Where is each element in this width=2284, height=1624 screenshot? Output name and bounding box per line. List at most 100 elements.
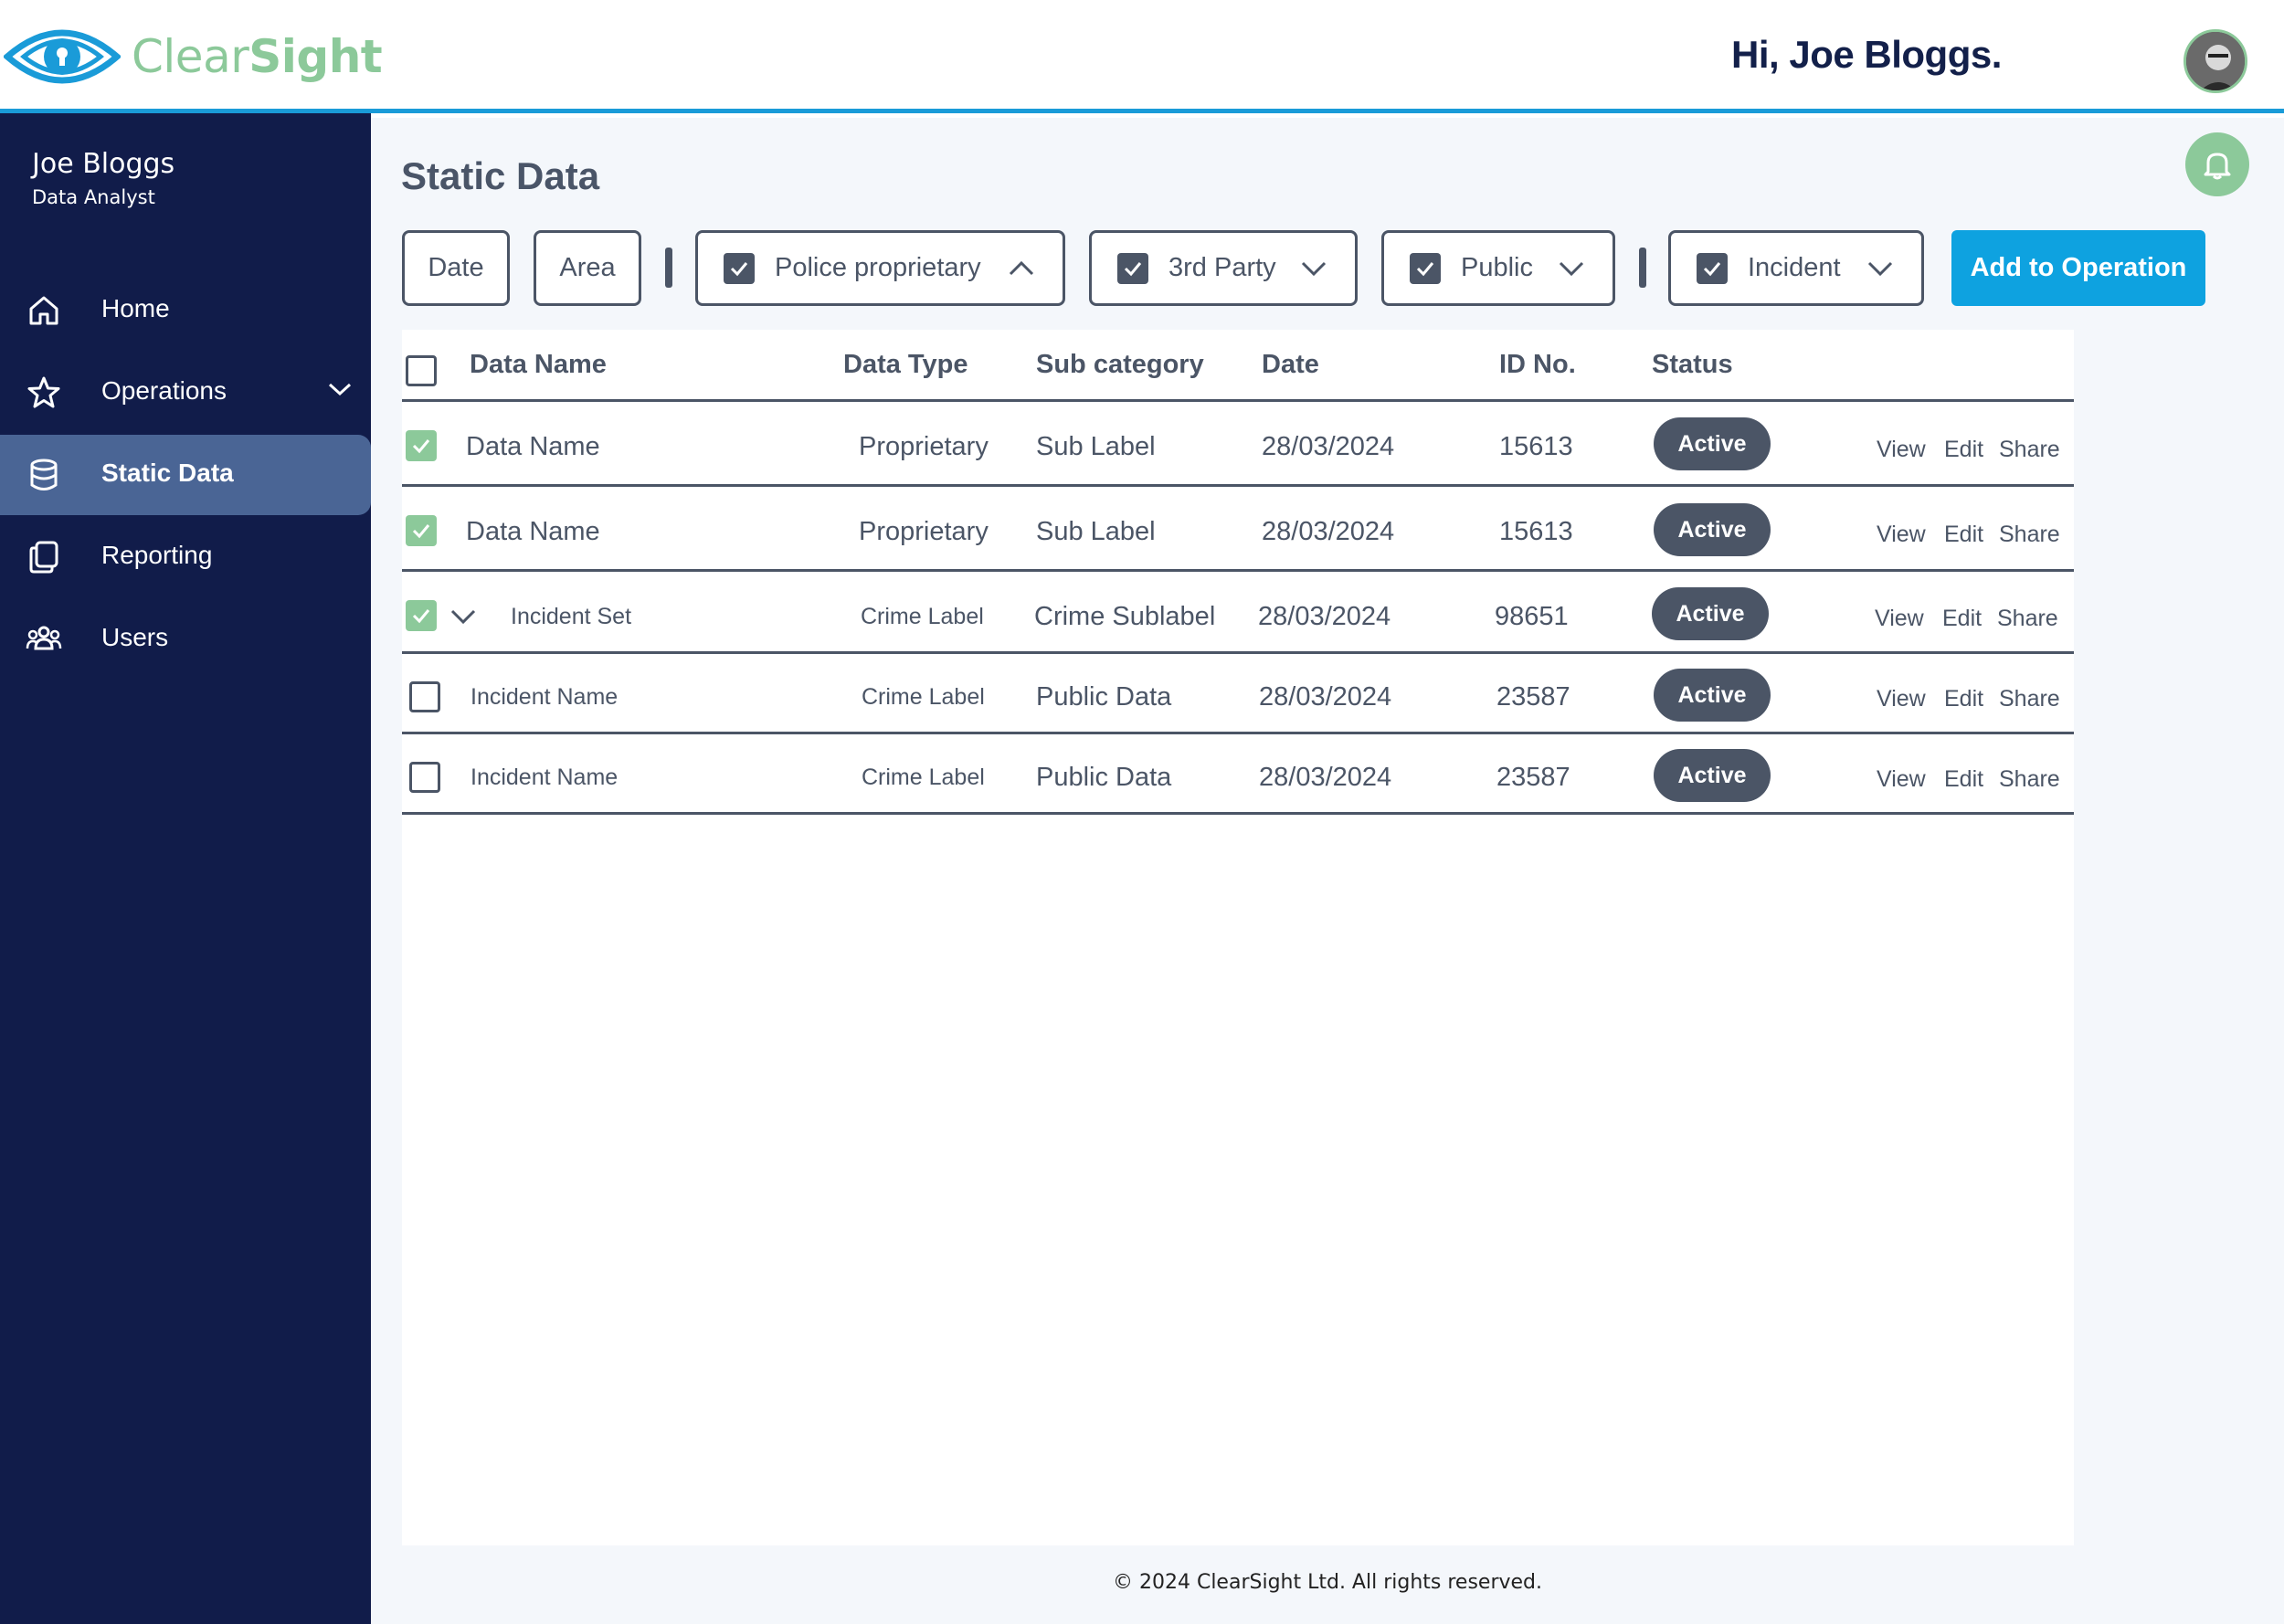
brand-name-part1: Clear	[132, 30, 249, 83]
chevron-down-icon[interactable]	[327, 380, 353, 398]
brand-name-part2: Sight	[248, 30, 383, 83]
row-checkbox[interactable]	[406, 600, 437, 631]
cell-id: 15613	[1499, 432, 1573, 461]
share-link[interactable]: Share	[1999, 522, 2060, 548]
filter-incident-dropdown[interactable]: Incident	[1668, 230, 1924, 306]
documents-icon	[29, 541, 58, 574]
view-link[interactable]: View	[1877, 437, 1926, 463]
column-header[interactable]: Date	[1262, 350, 1319, 380]
edit-link[interactable]: Edit	[1942, 606, 1982, 632]
column-header[interactable]: Status	[1652, 350, 1733, 380]
share-link[interactable]: Share	[1999, 766, 2060, 793]
view-link[interactable]: View	[1877, 522, 1926, 548]
cell-data-type: Crime Label	[862, 684, 985, 710]
chevron-up-icon	[1009, 260, 1034, 275]
greeting-text: Hi, Joe Bloggs.	[1731, 33, 2002, 76]
filter-label: Police proprietary	[775, 253, 981, 282]
cell-id: 23587	[1496, 682, 1570, 712]
cell-data-name: Incident Name	[471, 765, 619, 790]
footer-copyright: © 2024 ClearSight Ltd. All rights reserv…	[1112, 1571, 1542, 1594]
column-header[interactable]: Data Name	[470, 350, 607, 380]
eye-logo-icon	[4, 29, 121, 84]
row-checkbox[interactable]	[409, 762, 440, 793]
row-checkbox[interactable]	[406, 430, 437, 461]
cell-data-name: Data Name	[466, 432, 600, 461]
cell-date: 28/03/2024	[1262, 432, 1395, 461]
checkbox-checked-icon[interactable]	[1117, 252, 1148, 284]
filter-police-proprietary-dropdown[interactable]: Police proprietary	[695, 230, 1065, 306]
cell-date: 28/03/2024	[1259, 763, 1392, 792]
checkbox-checked-icon[interactable]	[1410, 252, 1441, 284]
filter-label: Public	[1461, 253, 1533, 282]
status-badge: Active	[1654, 417, 1771, 470]
clearsight-logo[interactable]: ClearSight	[4, 20, 383, 93]
checkbox-checked-icon[interactable]	[1697, 252, 1728, 284]
sidebar-user-role: Data Analyst	[32, 186, 155, 208]
sidebar-item-label: Reporting	[101, 541, 213, 569]
column-header[interactable]: Data Type	[843, 350, 968, 380]
row-divider	[402, 812, 2074, 815]
filter-3rd-party-dropdown[interactable]: 3rd Party	[1089, 230, 1358, 306]
share-link[interactable]: Share	[1997, 606, 2058, 632]
header-divider	[402, 399, 2074, 402]
chevron-down-icon[interactable]	[449, 607, 477, 626]
column-header[interactable]: ID No.	[1499, 350, 1576, 380]
sidebar-item-users[interactable]: Users	[0, 599, 371, 680]
filter-date-button[interactable]: Date	[402, 230, 510, 306]
brand-name: ClearSight	[132, 34, 383, 79]
sidebar-item-home[interactable]: Home	[0, 270, 371, 351]
edit-link[interactable]: Edit	[1944, 522, 1983, 548]
edit-link[interactable]: Edit	[1944, 766, 1983, 793]
cell-data-type: Crime Label	[862, 765, 985, 790]
chevron-down-icon	[1301, 261, 1327, 276]
cell-date: 28/03/2024	[1258, 602, 1391, 631]
sidebar-item-operations[interactable]: Operations	[0, 353, 371, 433]
view-link[interactable]: View	[1877, 686, 1926, 712]
sidebar-item-label: Users	[101, 623, 169, 651]
notifications-button[interactable]	[2185, 132, 2249, 196]
share-link[interactable]: Share	[1999, 686, 2060, 712]
edit-link[interactable]: Edit	[1944, 686, 1983, 712]
view-link[interactable]: View	[1875, 606, 1924, 632]
edit-link[interactable]: Edit	[1944, 437, 1983, 463]
page-title: Static Data	[401, 154, 600, 197]
cell-data-name: Incident Set	[511, 604, 632, 629]
avatar[interactable]	[2184, 29, 2247, 93]
row-divider	[402, 732, 2074, 734]
sidebar-user-name: Joe Bloggs	[32, 148, 175, 180]
row-checkbox[interactable]	[409, 681, 440, 712]
filter-divider	[1639, 248, 1646, 288]
row-checkbox[interactable]	[406, 515, 437, 546]
cell-id: 15613	[1499, 517, 1573, 546]
chevron-down-icon	[1867, 261, 1893, 276]
column-header[interactable]: Sub category	[1036, 350, 1204, 380]
sidebar-item-reporting[interactable]: Reporting	[0, 517, 371, 597]
add-to-operation-button[interactable]: Add to Operation	[1951, 230, 2205, 306]
star-icon	[27, 376, 60, 408]
row-divider	[402, 651, 2074, 654]
cell-sub-category: Sub Label	[1036, 517, 1156, 546]
app-header: ClearSight Hi, Joe Bloggs.	[0, 0, 2284, 113]
cell-id: 98651	[1495, 602, 1569, 631]
sidebar-item-label: Static Data	[101, 459, 234, 487]
cell-data-type: Proprietary	[859, 517, 989, 546]
sidebar-item-static-data[interactable]: Static Data	[0, 435, 371, 515]
cell-sub-category: Crime Sublabel	[1034, 602, 1216, 631]
sidebar: Joe Bloggs Data Analyst Home Operations …	[0, 113, 371, 1624]
share-link[interactable]: Share	[1999, 437, 2060, 463]
main-content: Static Data Date Area Police proprietary…	[371, 118, 2284, 1624]
users-icon	[26, 626, 62, 650]
cell-data-name: Data Name	[466, 517, 600, 546]
view-link[interactable]: View	[1877, 766, 1926, 793]
select-all-checkbox[interactable]	[406, 355, 437, 386]
filter-label: Incident	[1748, 253, 1841, 282]
cell-date: 28/03/2024	[1262, 517, 1395, 546]
filter-area-button[interactable]: Area	[534, 230, 641, 306]
filter-public-dropdown[interactable]: Public	[1381, 230, 1615, 306]
cell-sub-category: Sub Label	[1036, 432, 1156, 461]
database-icon	[30, 459, 58, 490]
checkbox-checked-icon[interactable]	[724, 252, 755, 284]
filter-label: 3rd Party	[1168, 253, 1276, 282]
chevron-down-icon	[1559, 261, 1584, 276]
status-badge: Active	[1654, 749, 1771, 802]
